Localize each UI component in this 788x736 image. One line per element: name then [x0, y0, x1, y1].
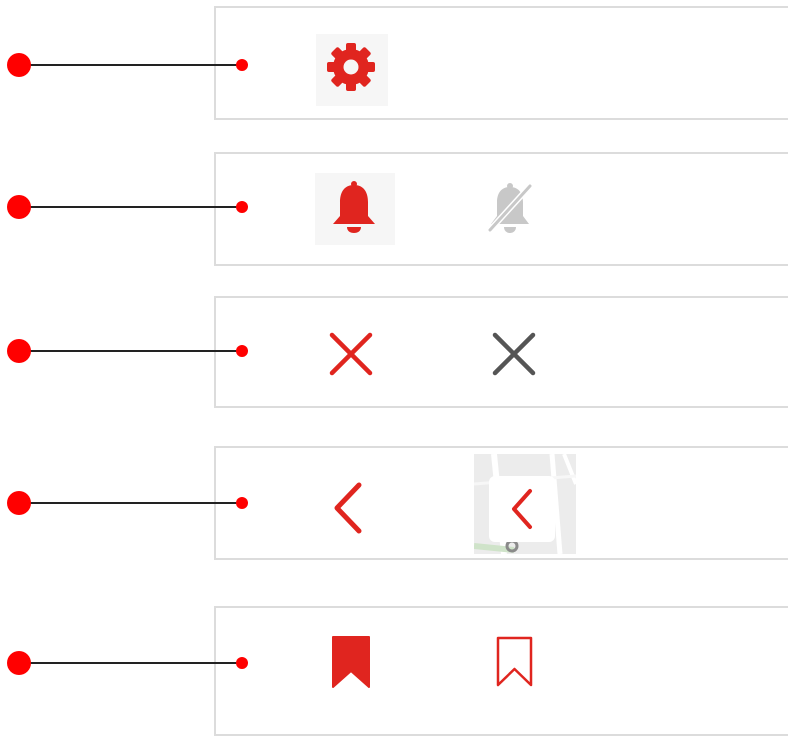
- gear-icon[interactable]: [325, 41, 377, 93]
- chevron-left-icon[interactable]: [331, 481, 365, 535]
- marker-dot-small: [236, 59, 248, 71]
- row-notifications: [0, 140, 788, 270]
- connector-line: [19, 350, 242, 352]
- marker-dot-large: [7, 339, 31, 363]
- chevron-left-icon: [512, 489, 532, 529]
- row-settings: [0, 0, 788, 130]
- marker-dot-small: [236, 657, 248, 669]
- marker-dot-large: [7, 651, 31, 675]
- marker-dot-large: [7, 491, 31, 515]
- map-back-button[interactable]: [489, 476, 555, 542]
- connector-line: [19, 502, 242, 504]
- bell-icon[interactable]: [331, 180, 377, 234]
- row-back: [0, 435, 788, 565]
- marker-dot-large: [7, 53, 31, 77]
- row-close: [0, 285, 788, 415]
- connector-line: [19, 206, 242, 208]
- connector-line: [19, 64, 242, 66]
- marker-dot-small: [236, 497, 248, 509]
- map-background: [474, 454, 576, 554]
- close-icon-gray[interactable]: [492, 332, 536, 376]
- bell-muted-icon[interactable]: [486, 182, 534, 234]
- close-icon-red[interactable]: [329, 332, 373, 376]
- bookmark-outline-icon[interactable]: [495, 635, 535, 689]
- connector-line: [19, 662, 242, 664]
- panel-settings: [214, 6, 788, 120]
- marker-dot-large: [7, 195, 31, 219]
- marker-dot-small: [236, 201, 248, 213]
- bookmark-filled-icon[interactable]: [331, 635, 371, 689]
- row-bookmark: [0, 595, 788, 736]
- marker-dot-small: [236, 345, 248, 357]
